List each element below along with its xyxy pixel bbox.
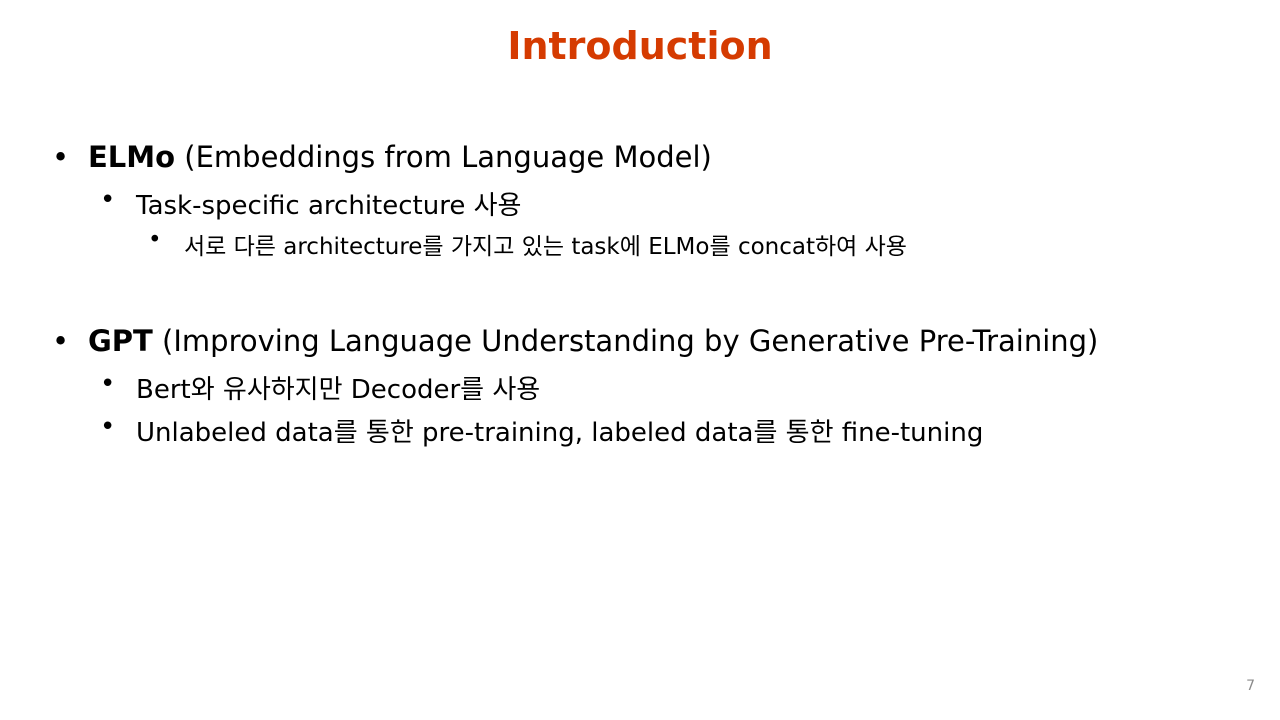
- bullet-text: (Improving Language Understanding by Gen…: [152, 324, 1099, 358]
- bullet-elmo: • ELMo (Embeddings from Language Model): [52, 140, 712, 174]
- bullet-gpt: • GPT (Improving Language Understanding …: [52, 324, 1099, 358]
- bullet-icon: •: [52, 324, 70, 358]
- bullet-bold: ELMo: [88, 140, 176, 174]
- bullet-task-specific: • Task-specific architecture 사용: [100, 185, 522, 222]
- bullet-text: Unlabeled data를 통한 pre-training, labeled…: [136, 418, 984, 448]
- bullet-icon: •: [52, 140, 70, 174]
- bullet-bold: GPT: [88, 324, 153, 358]
- bullet-pretraining: • Unlabeled data를 통한 pre-training, label…: [100, 412, 984, 449]
- bullet-text: 서로 다른 architecture를 가지고 있는 task에 ELMo를 c…: [184, 234, 907, 260]
- bullet-icon: •: [100, 412, 116, 442]
- bullet-text: (Embeddings from Language Model): [175, 140, 712, 174]
- bullet-icon: •: [100, 185, 116, 215]
- bullet-text: Bert와 유사하지만 Decoder를 사용: [136, 375, 541, 405]
- page-number: 7: [1246, 678, 1255, 694]
- bullet-icon: •: [148, 227, 162, 253]
- bullet-text: Task-specific architecture 사용: [136, 191, 522, 221]
- bullet-concat: • 서로 다른 architecture를 가지고 있는 task에 ELMo를…: [148, 227, 907, 261]
- slide-title: Introduction: [507, 24, 773, 68]
- bullet-decoder: • Bert와 유사하지만 Decoder를 사용: [100, 369, 541, 406]
- bullet-icon: •: [100, 369, 116, 399]
